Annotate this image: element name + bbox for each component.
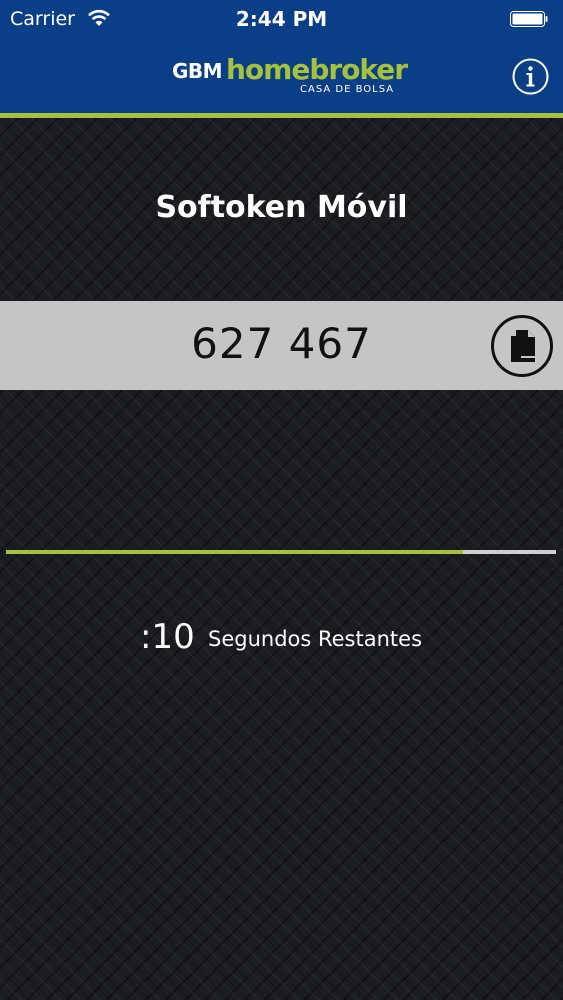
header-accent-line [0, 113, 563, 118]
page-title: Softoken Móvil [155, 190, 408, 225]
logo-subtitle: CASA DE BOLSA [300, 84, 395, 95]
countdown-seconds: :10 [140, 617, 195, 657]
copy-icon[interactable] [491, 315, 553, 377]
status-time: 2:44 PM [235, 7, 328, 31]
logo-gbm-text: GBM [172, 59, 223, 83]
status-bar: Carrier 2:44 PM [0, 0, 563, 38]
logo-homebroker-text: homebroker [226, 53, 408, 86]
gbm-homebroker-logo: GBM homebroker CASA DE BOLSA [172, 53, 408, 100]
info-icon[interactable] [512, 58, 549, 95]
countdown-progress-bar [6, 550, 556, 554]
countdown-label: Segundos Restantes [208, 627, 423, 651]
app-header: Carrier 2:44 PM GBM homebroker CASA DE B… [0, 0, 563, 113]
softoken-screen: Carrier 2:44 PM GBM homebroker CASA DE B… [0, 0, 563, 1000]
token-code: 627 467 [191, 319, 372, 368]
token-band: 627 467 [0, 301, 563, 390]
battery-icon [510, 11, 548, 27]
countdown-progress-fill [6, 550, 463, 554]
